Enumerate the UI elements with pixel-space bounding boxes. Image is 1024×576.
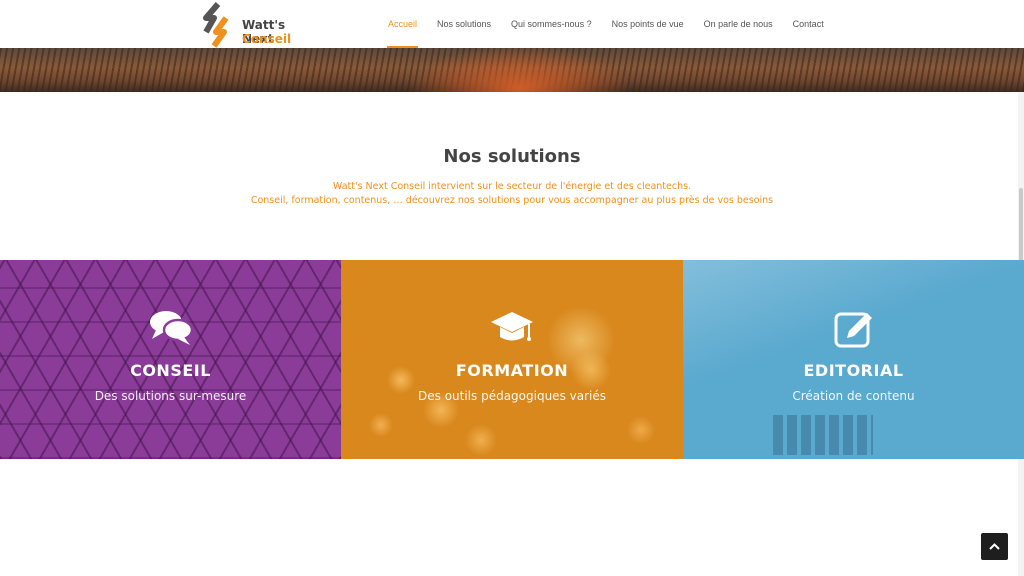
- intro-line-2: Conseil, formation, contenus, … découvre…: [250, 195, 774, 206]
- chevron-up-icon: [989, 543, 1000, 550]
- panel-subtitle-formation: Des outils pédagogiques variés: [418, 389, 606, 403]
- edit-icon: [834, 312, 872, 348]
- panel-formation[interactable]: FORMATION Des outils pédagogiques variés: [341, 260, 683, 459]
- hero-banner-image: [0, 48, 1024, 92]
- intro-text: Watt's Next Conseil intervient sur le se…: [0, 180, 1024, 208]
- intro-line-1: Watt's Next Conseil intervient sur le se…: [332, 181, 692, 192]
- nav-item-nos-points-de-vue[interactable]: Nos points de vue: [602, 0, 694, 48]
- nav-item-contact[interactable]: Contact: [783, 0, 834, 48]
- nav-item-qui-sommes-nous[interactable]: Qui sommes-nous ?: [501, 0, 602, 48]
- graduation-cap-icon: [491, 312, 533, 341]
- panel-conseil[interactable]: CONSEIL Des solutions sur-mesure: [0, 260, 341, 459]
- logo-subtitle: Conseil: [242, 32, 292, 46]
- logo-mark-icon: [203, 2, 229, 48]
- site-header: Watt's Next Conseil Accueil Nos solution…: [0, 0, 1024, 48]
- panel-title-conseil: CONSEIL: [130, 361, 211, 380]
- chat-bubbles-icon: [149, 311, 193, 345]
- nav-item-on-parle-de-nous[interactable]: On parle de nous: [694, 0, 783, 48]
- panel-editorial[interactable]: EDITORIAL Création de contenu: [683, 260, 1024, 459]
- panel-title-formation: FORMATION: [455, 361, 569, 380]
- panel-title-editorial: EDITORIAL: [803, 361, 904, 380]
- panel-subtitle-editorial: Création de contenu: [792, 389, 915, 403]
- panel-subtitle-conseil: Des solutions sur-mesure: [94, 389, 247, 403]
- main-nav: Accueil Nos solutions Qui sommes-nous ? …: [378, 0, 834, 48]
- nav-item-accueil[interactable]: Accueil: [378, 0, 427, 48]
- nav-item-nos-solutions[interactable]: Nos solutions: [427, 0, 501, 48]
- logo[interactable]: Watt's Next Conseil: [200, 2, 320, 50]
- page-title: Nos solutions: [443, 146, 581, 167]
- back-to-top-button[interactable]: [981, 533, 1008, 560]
